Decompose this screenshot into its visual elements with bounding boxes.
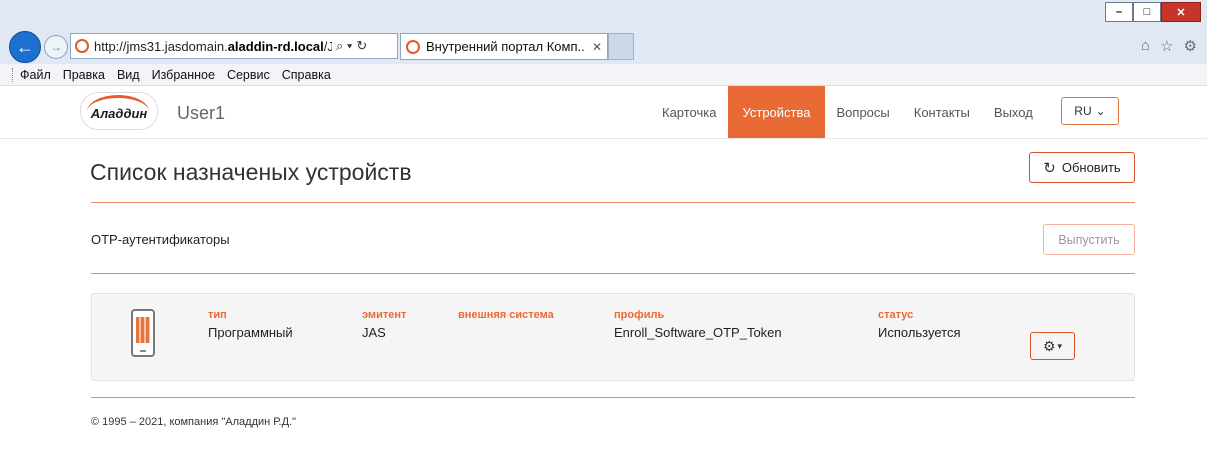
new-tab-button[interactable] <box>608 33 634 60</box>
menu-file[interactable]: Файл <box>14 68 57 82</box>
favorites-star-icon[interactable]: ☆ <box>1160 37 1173 55</box>
mobile-phone-qr-icon <box>131 309 155 357</box>
username: User1 <box>177 103 226 123</box>
status-value: Используется <box>878 325 961 340</box>
minimize-button[interactable]: – <box>1105 2 1133 22</box>
browser-chrome: – □ ✕ ← → http://jms31.jasdomain.aladdin… <box>0 0 1207 65</box>
issuer-value: JAS <box>362 325 386 340</box>
profile-value: Enroll_Software_OTP_Token <box>614 325 782 340</box>
refresh-icon: ↻ <box>1043 159 1056 177</box>
issuer-label: эмитент <box>362 309 407 321</box>
device-profile: профиль Enroll_Software_OTP_Token <box>614 309 782 340</box>
menu-favorites[interactable]: Избранное <box>146 68 221 82</box>
maximize-button[interactable]: □ <box>1133 2 1161 22</box>
divider <box>91 397 1135 398</box>
arrow-right-icon: → <box>50 40 62 54</box>
status-label: статус <box>878 309 914 321</box>
device-actions-button[interactable]: ⚙ ▾ <box>1030 332 1075 360</box>
divider <box>91 273 1135 274</box>
refresh-page-icon[interactable]: ↻ <box>356 38 367 54</box>
page-title: Список назначеных устройств <box>90 159 412 185</box>
device-external-system: внешняя система <box>458 309 554 325</box>
caret-down-icon: ▾ <box>1057 340 1063 351</box>
type-value: Программный <box>208 325 293 340</box>
url-prefix: http://jms31.jasdomain. <box>94 38 228 54</box>
browser-menubar: Файл Правка Вид Избранное Сервис Справка <box>0 64 1207 86</box>
refresh-label: Обновить <box>1061 160 1121 175</box>
close-tab-icon[interactable]: ✕ <box>592 40 602 54</box>
forward-button[interactable]: → <box>44 35 68 59</box>
phone-button <box>140 350 146 352</box>
nav-devices[interactable]: Устройства <box>728 86 825 138</box>
browser-tab[interactable]: Внутренний портал Комп... ✕ <box>400 33 608 60</box>
settings-gear-icon[interactable]: ⚙ <box>1184 37 1197 55</box>
nav-card[interactable]: Карточка <box>650 86 728 138</box>
site-header: Аладдин User1 Карточка Устройства Вопрос… <box>0 86 1207 139</box>
search-icon[interactable]: ⌕ ▾ <box>336 38 352 54</box>
device-status: статус Используется <box>878 309 961 340</box>
aladdin-logo[interactable]: Аладдин <box>80 92 158 130</box>
home-icon[interactable]: ⌂ <box>1141 37 1150 55</box>
address-url[interactable]: http://jms31.jasdomain.aladdin-rd.local/… <box>94 39 332 54</box>
device-type: тип Программный <box>208 309 293 340</box>
language-label: RU <box>1074 104 1092 118</box>
tab-favicon-icon <box>406 39 420 54</box>
menu-edit[interactable]: Правка <box>57 68 111 82</box>
device-issuer: эмитент JAS <box>362 309 406 340</box>
page-icon <box>75 39 89 53</box>
menu-tools[interactable]: Сервис <box>221 68 276 82</box>
tab-title: Внутренний портал Комп... <box>426 39 584 54</box>
browser-tools: ⌂ ☆ ⚙ <box>1141 37 1197 55</box>
address-bar[interactable]: http://jms31.jasdomain.aladdin-rd.local/… <box>70 33 398 59</box>
close-window-button[interactable]: ✕ <box>1161 2 1201 22</box>
menu-help[interactable]: Справка <box>276 68 337 82</box>
nav-questions[interactable]: Вопросы <box>825 86 902 138</box>
nav-contacts[interactable]: Контакты <box>902 86 982 138</box>
back-button[interactable]: ← <box>9 31 41 63</box>
chevron-down-icon: ⌄ <box>1095 104 1106 118</box>
window-controls: – □ ✕ <box>1105 2 1201 22</box>
arrow-left-icon: ← <box>16 36 34 57</box>
device-card: тип Программный эмитент JAS внешняя сист… <box>91 293 1135 381</box>
footer-copyright: © 1995 – 2021, компания "Аладдин Р.Д." <box>91 416 296 428</box>
logo-text: Аладдин <box>90 105 148 121</box>
refresh-button[interactable]: ↻ Обновить <box>1029 152 1135 183</box>
profile-label: профиль <box>614 309 665 321</box>
issue-button[interactable]: Выпустить <box>1043 224 1135 255</box>
nav-logout[interactable]: Выход <box>982 86 1045 138</box>
menu-view[interactable]: Вид <box>111 68 146 82</box>
main-nav: Карточка Устройства Вопросы Контакты Вых… <box>650 86 1045 138</box>
language-dropdown[interactable]: RU ⌄ <box>1061 97 1119 125</box>
url-host: aladdin-rd.local <box>227 38 324 54</box>
url-suffix: /JM <box>323 38 332 54</box>
phone-screen <box>136 317 150 343</box>
gear-icon: ⚙ <box>1042 337 1056 354</box>
external-system-label: внешняя система <box>458 309 554 321</box>
page: Аладдин User1 Карточка Устройства Вопрос… <box>0 86 1207 466</box>
divider <box>91 202 1135 203</box>
section-title: OTP-аутентификаторы <box>91 232 230 247</box>
type-label: тип <box>208 309 227 321</box>
